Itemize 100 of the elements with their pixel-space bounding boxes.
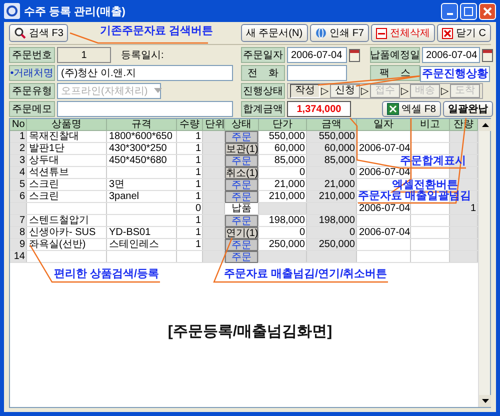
order-date-field[interactable]: 2006-07-04 [287,47,347,63]
table-cell: 1 [195,191,201,202]
status-button[interactable]: 주문 [225,239,258,251]
table-cell: 1 [19,131,25,142]
status-button[interactable]: 주문 [225,131,258,143]
spreadsheet-icon [386,103,399,115]
table-cell: 250,000 [268,239,305,250]
scroll-up-icon[interactable] [482,123,488,127]
annotation-label: 편리한 상품검색/등록 [54,268,160,281]
table-cell: 1 [195,143,201,154]
customer-field[interactable]: (주)청산 이.앤.지 [57,65,233,81]
annotation-label: 기존주문자료 검색버튼 [100,25,214,38]
status-button[interactable]: 주문 [225,215,258,227]
table-cell: 5 [19,179,25,190]
status-button[interactable]: 주문 [225,179,258,191]
settle-button[interactable]: 일괄완납 [443,101,493,117]
table-cell: 550,000 [268,131,305,142]
minus-icon [376,28,387,38]
memo-field[interactable] [57,101,233,117]
status-button[interactable]: 취소(1) [225,167,258,179]
field-label: 주문유형 [9,83,55,99]
status-button[interactable]: 주문 [225,191,258,203]
table-cell: 6 [19,191,25,202]
field-label: 주문메모 [9,101,55,117]
table-cell: 3면 [109,179,125,190]
field-label: •거래처명 [9,65,55,81]
close-button[interactable] [479,2,496,20]
step-arrow: ▷ [321,85,329,97]
status-button[interactable]: 주문 [225,155,258,167]
phone-field[interactable] [287,65,347,81]
status-button[interactable]: 보관(1) [225,143,258,155]
field-label: 진행상태 [241,83,285,99]
calendar-icon[interactable] [349,48,360,62]
table-cell: 450*450*680 [109,155,167,166]
table-cell: 14 [14,251,25,262]
table-cell: 85,000 [274,155,305,166]
caption: [주문등록/매출넘김화면] [168,322,332,341]
table-cell: 85,000 [324,155,355,166]
status-button[interactable]: 연기(1) [225,227,258,239]
table-cell: 3panel [109,191,140,202]
column-header: 비고 [411,119,450,131]
close-icon [483,6,492,16]
table-cell: 1 [195,131,201,142]
column-header: 상태 [225,119,259,131]
excel-button[interactable]: 엑셀 F8 [382,101,441,117]
field-label: 전 화 [241,65,285,81]
status-step[interactable]: 작성 [290,84,320,98]
table-cell: 21,000 [274,179,305,190]
scroll-down-icon[interactable] [482,399,488,403]
step-arrow: ▷ [401,85,409,97]
column-header: 일자 [357,119,411,131]
table-cell: 1 [195,167,201,178]
table-cell: 21,000 [324,179,355,190]
table-cell: 신생아카- SUS [29,227,96,238]
close-button[interactable]: 닫기 C [437,24,491,42]
table-cell: 0 [349,227,355,238]
status-button[interactable]: 주문 [225,251,258,263]
table-cell: 스크린 [29,179,59,190]
table-cell: 2 [19,143,25,154]
globe-icon [314,27,327,39]
scrollbar[interactable] [478,119,490,407]
close-icon [442,28,453,38]
table-cell: 2006-07-04 [359,227,410,238]
table-cell: 8 [19,227,25,238]
table-cell: 60,000 [324,143,355,154]
delivery-date-field[interactable]: 2006-07-04 [422,47,480,63]
search-button[interactable]: 검색 F3 [9,24,68,42]
column-header: 상품명 [27,119,107,131]
table-cell: 250,000 [318,239,355,250]
table-cell: 1 [195,155,201,166]
table-cell: 스크린 [29,191,59,202]
table-cell: 0 [299,227,305,238]
table-cell: 발판1단 [29,143,65,154]
print-button[interactable]: 인쇄 F7 [310,24,369,42]
table-cell: 0 [349,167,355,178]
column-header: 단위 [203,119,225,131]
step-arrow: ▷ [441,85,449,97]
annotation-label: 주문진행상황 [420,66,490,82]
table-cell: 210,000 [318,191,355,202]
table-cell: 60,000 [274,143,305,154]
status-step[interactable]: 신청 [330,84,360,98]
minimize-button[interactable] [441,2,458,20]
order-number-field: 1 [57,47,111,63]
maximize-icon [464,6,473,16]
table-cell: 430*300*250 [109,143,167,154]
column-header: 단가 [259,119,307,131]
table-cell: 2006-07-04 [359,167,410,178]
delete-button[interactable]: 전체삭제 [371,24,435,42]
table-cell: 2006-07-04 [359,143,410,154]
table-cell: 550,000 [318,131,355,142]
calendar-icon[interactable] [482,48,493,62]
table-cell: 스텐드철압기 [29,215,89,226]
new-button[interactable]: 새 주문서(N) [240,24,308,42]
column-header: 수량 [177,119,203,131]
field-label: 납품예정일 [370,47,420,63]
maximize-button[interactable] [460,2,477,20]
field-label: 주문일자 [241,47,285,63]
table-cell: 상두대 [29,155,59,166]
table-cell: 1 [195,227,201,238]
registered-label: 등록일시: [121,49,164,62]
